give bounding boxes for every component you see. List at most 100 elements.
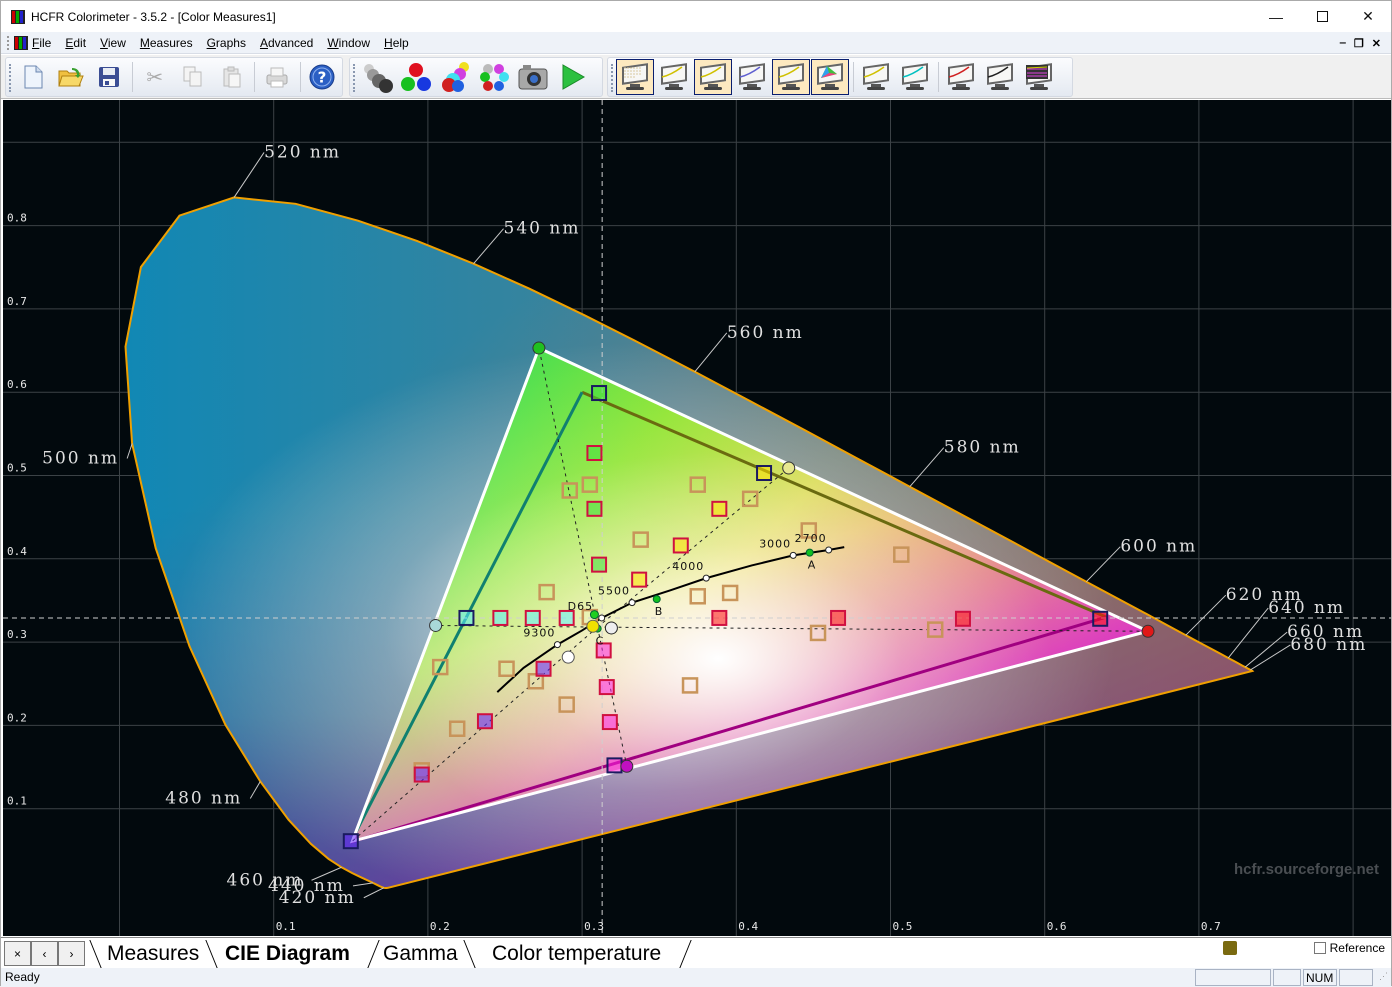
saturation-marker-magenta [606, 757, 623, 774]
minimize-button[interactable]: — [1253, 1, 1299, 32]
menu-measures[interactable]: Measures [134, 36, 201, 50]
watermark: hcfr.sourceforge.net [1234, 861, 1379, 878]
menubar-grip[interactable] [7, 35, 10, 50]
menu-advanced[interactable]: Advanced [254, 36, 321, 50]
mdi-close-button[interactable]: ✕ [1372, 37, 1381, 50]
x-tick-label: 0.3 [584, 920, 604, 933]
cct-label: 9300 [523, 627, 555, 640]
run-button[interactable] [553, 59, 591, 95]
document-icon[interactable] [14, 35, 28, 50]
saturation-marker-green [591, 556, 608, 573]
close-button[interactable]: ✕ [1345, 1, 1391, 32]
sensor-icon[interactable] [1223, 941, 1237, 955]
run-icon [562, 64, 586, 90]
wavelength-leader [909, 447, 945, 487]
tab-next-button[interactable]: › [58, 941, 85, 966]
y-tick-label: 0.6 [7, 378, 27, 391]
measure-secondaries-button[interactable] [436, 59, 474, 95]
saturation-marker-red [954, 610, 971, 627]
cct-label: 4000 [672, 560, 704, 573]
measured-magenta-marker [620, 759, 634, 773]
mdi-restore-button[interactable]: ❐ [1354, 37, 1364, 50]
cie-diagram-view-button[interactable] [811, 59, 849, 95]
reference-checkbox-box[interactable] [1313, 942, 1326, 954]
cct-marker [598, 614, 606, 622]
luminance-view-button[interactable] [694, 59, 732, 95]
near-white-view-button[interactable] [896, 59, 934, 95]
measured-yellow-marker [782, 461, 796, 475]
gamma-view-button[interactable] [655, 59, 693, 95]
saturation-marker-cyan [458, 609, 475, 626]
saturation-shift-view-icon [946, 63, 976, 90]
saturation-marker-yellow [631, 571, 648, 588]
status-num-indicator: NUM [1303, 969, 1337, 986]
measure-primaries-icon [401, 63, 431, 91]
measure-saturations-button[interactable] [475, 59, 513, 95]
reference-label: Reference [1329, 941, 1385, 955]
menu-file[interactable]: File [28, 36, 59, 50]
open-button[interactable] [52, 59, 89, 95]
saturation-marker-green [591, 385, 608, 402]
new-button[interactable] [14, 59, 51, 95]
mdi-minimize-button[interactable]: ‒ [1340, 37, 1346, 49]
saturation-marker-yellow [711, 500, 728, 517]
saturation-marker-green [586, 500, 603, 517]
maximize-icon [1316, 11, 1328, 22]
menu-graphs[interactable]: Graphs [201, 36, 254, 50]
menu-edit[interactable]: Edit [59, 36, 94, 50]
reference-checkbox[interactable]: Reference [1313, 941, 1385, 955]
measure-primaries-button[interactable] [397, 59, 435, 95]
maximize-button[interactable] [1299, 1, 1345, 32]
measures-view-button[interactable] [616, 59, 654, 95]
print-button[interactable] [258, 59, 295, 95]
help-button[interactable]: ? [304, 59, 341, 95]
cie-diagram-chart[interactable]: 0.1 0.2 0.3 0.4 0.5 0.6 0.7 0.1 0.2 0.3 0.4 0.5 0.6 0… [3, 100, 1391, 936]
saturation-luminance-view-button[interactable] [981, 59, 1019, 95]
copy-button[interactable] [174, 59, 211, 95]
measured-white-marker [604, 621, 618, 635]
cut-icon: ✂ [146, 66, 164, 89]
wavelength-leader [249, 781, 261, 799]
measured-cyan-marker [429, 618, 443, 632]
saturation-marker-yellow [672, 537, 689, 554]
saturation-marker-blue [342, 833, 359, 850]
menu-window[interactable]: Window [321, 36, 378, 50]
menu-view[interactable]: View [94, 36, 134, 50]
capture-icon [518, 65, 548, 90]
illuminant-label: A [808, 559, 817, 572]
menu-help[interactable]: Help [378, 36, 417, 50]
color-temp-view-icon [776, 63, 806, 90]
tab-prev-button[interactable]: ‹ [31, 941, 58, 966]
tab-gamma[interactable]: Gamma [383, 940, 458, 968]
near-black-view-button[interactable] [857, 59, 895, 95]
tab-cie-diagram[interactable]: CIE Diagram [225, 940, 350, 968]
tab-close-button[interactable]: × [4, 941, 31, 966]
tab-color-temperature[interactable]: Color temperature [492, 940, 661, 968]
x-tick-label: 0.5 [893, 920, 913, 933]
paste-button[interactable] [213, 59, 250, 95]
resize-grip-icon[interactable]: ⋰ [1379, 971, 1388, 982]
measure-grayscale-button[interactable] [358, 59, 396, 95]
y-tick-label: 0.1 [7, 795, 27, 808]
tab-measures[interactable]: Measures [107, 940, 199, 968]
wavelength-leader [1227, 607, 1269, 659]
x-tick-label: 0.2 [430, 920, 450, 933]
wavelength-leader [1085, 546, 1121, 583]
color-temp-view-button[interactable] [772, 59, 810, 95]
wavelength-label: 460 nm [227, 870, 304, 890]
app-window: HCFR Colorimeter - 3.5.2 - [Color Measur… [0, 0, 1392, 987]
saturation-marker-magenta [601, 714, 618, 731]
cct-marker [628, 599, 636, 607]
near-white-view-icon [900, 63, 930, 90]
measured-white-yellow-marker [586, 619, 600, 633]
cut-button[interactable]: ✂ [136, 59, 173, 95]
minimize-icon: — [1269, 8, 1283, 25]
wavelength-leader [233, 152, 265, 198]
color-checker-view-button[interactable] [1020, 59, 1058, 95]
cct-label: 3000 [759, 537, 791, 550]
title-bar: HCFR Colorimeter - 3.5.2 - [Color Measur… [1, 1, 1391, 32]
rgb-levels-view-button[interactable] [733, 59, 771, 95]
capture-button[interactable] [514, 59, 552, 95]
saturation-shift-view-button[interactable] [942, 59, 980, 95]
save-button[interactable] [91, 59, 128, 95]
